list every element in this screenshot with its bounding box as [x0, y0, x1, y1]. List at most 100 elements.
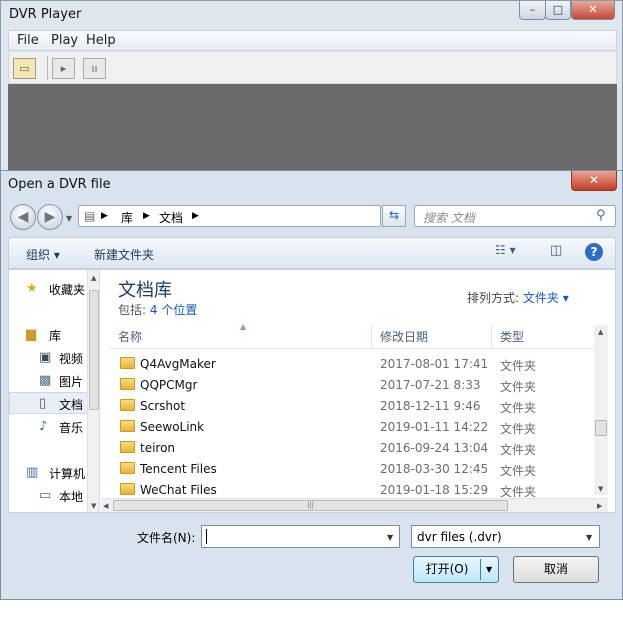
file-type-select[interactable]: dvr files (.dvr) ▼: [411, 525, 600, 548]
chevron-down-icon[interactable]: ▼: [387, 533, 393, 542]
file-row[interactable]: teiron 2016-09-24 13:04 文件夹: [110, 438, 600, 459]
nav-documents[interactable]: ▯ 文档: [9, 392, 89, 414]
scroll-down-icon[interactable]: ▼: [91, 502, 96, 510]
file-modified: 2019-01-18 15:29: [380, 483, 489, 497]
breadcrumb-library[interactable]: 库: [121, 209, 133, 226]
play-icon[interactable]: ▸: [52, 58, 75, 79]
nav-local-disk[interactable]: ▭ 本地: [9, 485, 89, 507]
file-type: 文件夹: [500, 485, 537, 497]
open-label: 打开(O): [425, 562, 469, 576]
scroll-left-icon[interactable]: ◀: [103, 502, 108, 510]
open-folder-icon[interactable]: ▭: [13, 58, 36, 79]
search-icon[interactable]: ⚲: [596, 208, 606, 223]
view-options-button[interactable]: ☷ ▾: [495, 243, 516, 263]
column-name[interactable]: 名称: [110, 325, 372, 349]
file-row[interactable]: Q4AvgMaker 2017-08-01 17:41 文件夹: [110, 354, 600, 375]
cancel-button[interactable]: 取消: [513, 556, 599, 583]
command-bar: 组织 ▾ 新建文件夹 ☷ ▾ ◫ ?: [8, 237, 616, 269]
includes-locations-link[interactable]: 4 个位置: [150, 303, 197, 317]
preview-pane-button[interactable]: ◫: [550, 243, 562, 263]
menu-play[interactable]: Play: [51, 33, 78, 48]
address-bar[interactable]: ▤ ▶ 库 ▶ 文档 ▶ ▼: [78, 205, 448, 227]
window-title: DVR Player: [9, 7, 82, 22]
forward-button[interactable]: ▶: [37, 204, 63, 230]
folder-icon: [120, 441, 135, 453]
scroll-thumb[interactable]: [89, 290, 99, 410]
chevron-right-icon: ▶: [143, 211, 150, 221]
arrange-by: 排列方式: 文件夹 ▾: [467, 289, 569, 306]
search-input[interactable]: 搜索 文档: [423, 209, 475, 226]
file-type-value: dvr files (.dvr): [417, 530, 502, 544]
file-modified: 2018-12-11 9:46: [380, 399, 481, 413]
arrange-by-dropdown[interactable]: 文件夹 ▾: [523, 291, 569, 305]
filename-input[interactable]: ▼: [201, 525, 400, 548]
disk-icon: ▭: [39, 488, 52, 503]
split-divider: [480, 559, 481, 580]
scroll-down-icon[interactable]: ▼: [598, 485, 603, 493]
back-button[interactable]: ◀: [10, 204, 36, 230]
scroll-thumb[interactable]: [595, 420, 607, 436]
scroll-up-icon[interactable]: ▲: [598, 328, 603, 336]
arrange-value: 文件夹: [522, 291, 559, 305]
menu-file[interactable]: File: [17, 33, 39, 48]
file-row[interactable]: Tencent Files 2018-03-30 12:45 文件夹: [110, 459, 600, 480]
nav-libraries[interactable]: ▆ 库: [9, 324, 89, 346]
folder-icon: [120, 378, 135, 390]
file-row[interactable]: QQPCMgr 2017-07-21 8:33 文件夹: [110, 375, 600, 396]
file-type: 文件夹: [500, 422, 537, 436]
column-modified[interactable]: 修改日期: [372, 325, 492, 349]
nav-videos[interactable]: ▣ 视频: [9, 347, 89, 369]
file-list-hscrollbar[interactable]: ◀ ||| ▶: [101, 498, 608, 512]
dialog-close-button[interactable]: ✕: [571, 171, 617, 191]
nav-music[interactable]: ♪ 音乐: [9, 416, 89, 438]
file-type: 文件夹: [500, 464, 537, 478]
file-modified: 2019-01-11 14:22: [380, 420, 489, 434]
maximize-button[interactable]: □: [545, 1, 571, 20]
library-icon: ▆: [26, 327, 36, 342]
nav-label: 计算机: [49, 467, 86, 481]
organize-button[interactable]: 组织 ▾: [26, 246, 60, 263]
file-modified: 2017-07-21 8:33: [380, 378, 481, 392]
refresh-button[interactable]: ⇆: [382, 205, 406, 227]
chevron-down-icon[interactable]: ▼: [486, 557, 492, 582]
nav-computer[interactable]: ▥ 计算机: [9, 462, 89, 484]
search-box[interactable]: 搜索 文档 ⚲: [414, 205, 616, 227]
file-name: QQPCMgr: [140, 378, 198, 392]
chevron-right-icon: ▶: [192, 211, 199, 221]
minimize-button[interactable]: –: [519, 1, 546, 20]
file-row[interactable]: Scrshot 2018-12-11 9:46 文件夹: [110, 396, 600, 417]
nav-scrollbar[interactable]: ▲ ▼: [87, 270, 99, 512]
nav-pictures[interactable]: ▩ 图片: [9, 370, 89, 392]
file-row[interactable]: WeChat Files 2019-01-18 15:29 文件夹: [110, 480, 600, 497]
scroll-thumb[interactable]: |||: [113, 500, 508, 511]
menu-bar: File Play Help: [8, 30, 617, 51]
app-root: DVR Player – □ ✕ File Play Help ▭ ▸ ıı O…: [0, 0, 623, 617]
dvr-player-window: DVR Player – □ ✕ File Play Help ▭ ▸ ıı: [0, 0, 623, 178]
nav-label: 文档: [59, 398, 84, 412]
file-name: Q4AvgMaker: [140, 357, 216, 371]
new-folder-button[interactable]: 新建文件夹: [94, 246, 154, 263]
document-icon: ▯: [39, 396, 47, 411]
video-area: [8, 84, 617, 176]
menu-help[interactable]: Help: [86, 33, 116, 48]
breadcrumb-documents[interactable]: 文档: [159, 209, 183, 226]
nav-favorites[interactable]: ★ 收藏夹: [9, 278, 89, 300]
help-button[interactable]: ?: [585, 243, 603, 261]
organize-label: 组织: [26, 248, 51, 262]
scroll-right-icon[interactable]: ▶: [597, 502, 602, 510]
file-modified: 2018-03-30 12:45: [380, 462, 489, 476]
library-includes: 包括: 4 个位置: [118, 301, 197, 318]
file-name: WeChat Files: [140, 483, 217, 497]
scroll-up-icon[interactable]: ▲: [91, 274, 96, 282]
column-type[interactable]: 类型: [492, 325, 597, 349]
file-row[interactable]: SeewoLink 2019-01-11 14:22 文件夹: [110, 417, 600, 438]
dialog-title: Open a DVR file: [8, 177, 111, 192]
pause-icon[interactable]: ıı: [83, 58, 106, 79]
star-icon: ★: [26, 281, 38, 296]
file-list-vscrollbar[interactable]: ▲ ▼: [594, 325, 608, 495]
close-button[interactable]: ✕: [571, 1, 615, 20]
open-button[interactable]: 打开(O) ▼: [413, 556, 499, 583]
recent-locations-dropdown[interactable]: ▼: [66, 214, 72, 223]
nav-label: 视频: [59, 352, 84, 366]
nav-label: 库: [49, 329, 62, 343]
